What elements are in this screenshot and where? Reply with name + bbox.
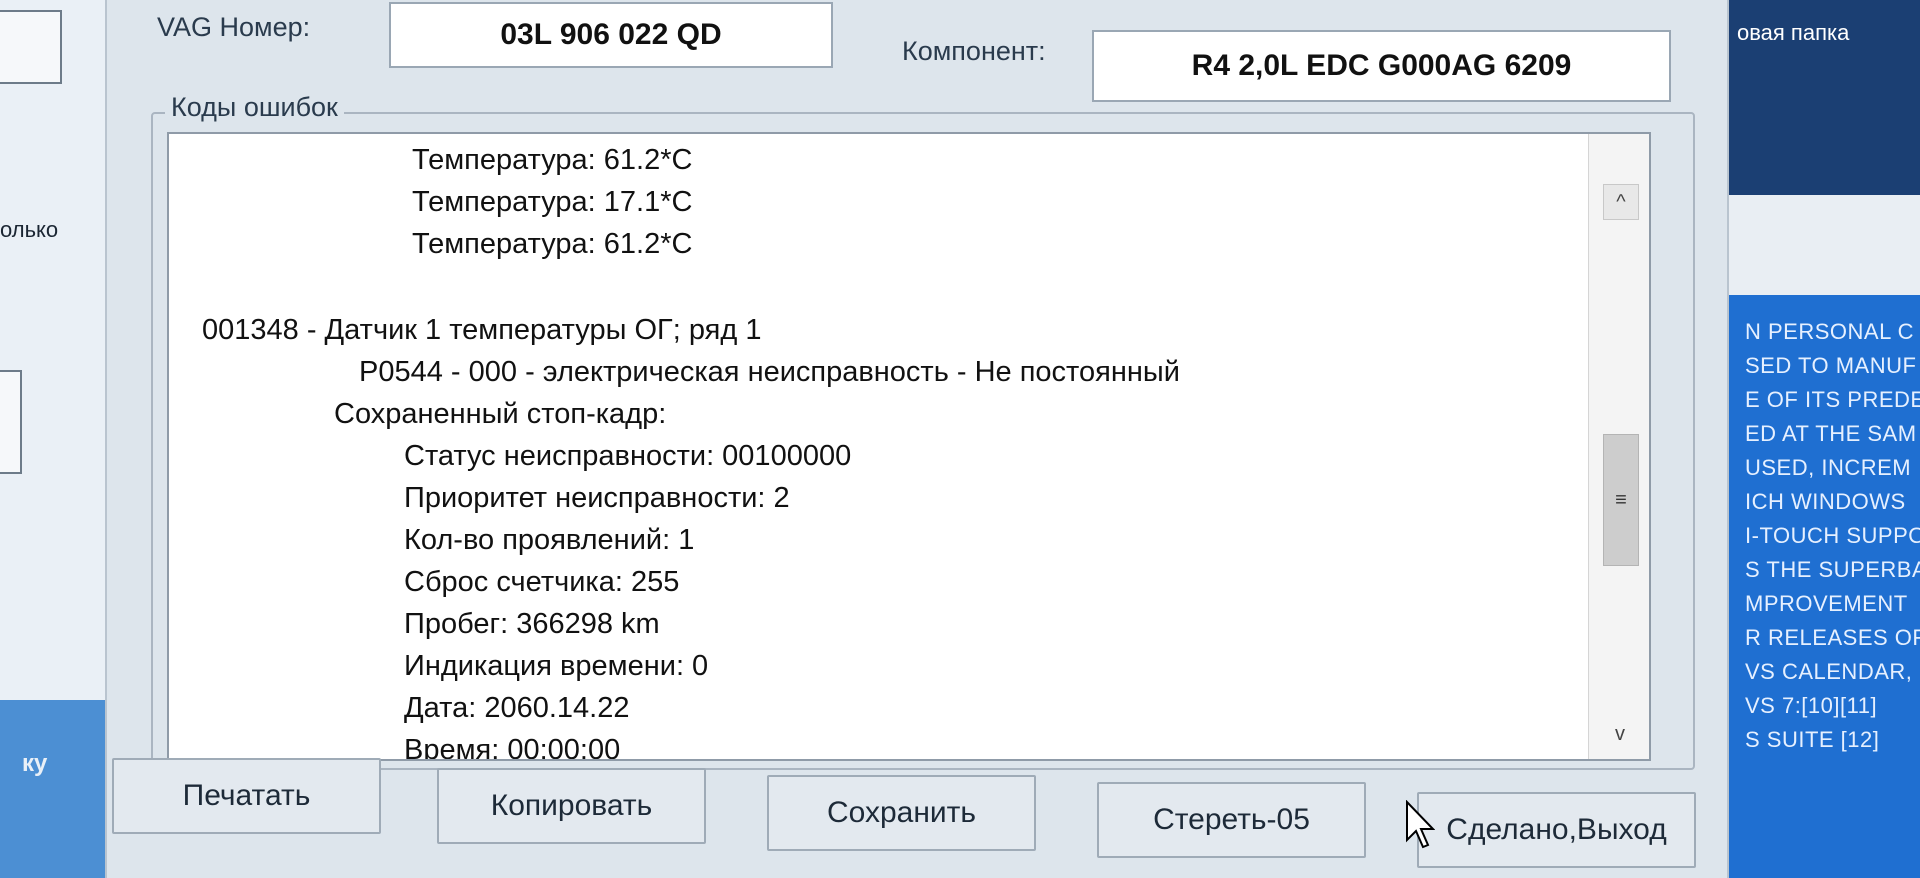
code-line: Температура: 61.2*C [412, 144, 693, 176]
background-article: N PERSONAL C SED TO MANUF E OF ITS PREDE… [1745, 315, 1920, 757]
new-folder-label[interactable]: овая папка [1737, 20, 1849, 46]
component-field: R4 2,0L EDC G000AG 6209 [1092, 30, 1671, 102]
fault-code-header: 001348 - Датчик 1 температуры ОГ; ряд 1 [202, 314, 762, 346]
article-line: ED AT THE SAM [1745, 421, 1917, 446]
desktop-header: овая папка [1725, 0, 1920, 195]
clear-codes-button[interactable]: Стереть-05 [1097, 782, 1366, 858]
fault-codes-group-title: Коды ошибок [165, 92, 344, 123]
background-window-left: олько ку [0, 0, 105, 878]
component-label: Компонент: [902, 36, 1046, 66]
scroll-thumb[interactable]: ≡ [1603, 434, 1639, 566]
code-line: Статус неисправности: 00100000 [404, 440, 852, 472]
article-line: ICH WINDOWS [1745, 489, 1906, 514]
mouse-cursor-icon [1406, 800, 1435, 849]
background-text: ку [22, 750, 48, 777]
article-line: S THE SUPERBA [1745, 557, 1920, 582]
background-field [0, 10, 62, 84]
fault-codes-textbox[interactable]: Температура: 61.2*C Температура: 17.1*C … [167, 132, 1651, 761]
print-button[interactable]: Печатать [112, 758, 381, 834]
code-line: Пробег: 366298 km [404, 608, 660, 640]
article-line: I-TOUCH SUPPO [1745, 523, 1920, 548]
code-line: Температура: 61.2*C [412, 228, 693, 260]
code-line-partial: Время: 00:00:00 [404, 734, 621, 761]
article-line: SED TO MANUF [1745, 353, 1917, 378]
article-line: VS CALENDAR, [1745, 659, 1913, 684]
background-panel [0, 700, 105, 878]
fault-description: P0544 - 000 - электрическая неисправност… [359, 356, 1180, 388]
done-exit-button[interactable]: Сделано,Выход [1417, 792, 1696, 868]
vertical-scrollbar[interactable]: ^ ≡ v [1588, 134, 1649, 759]
article-line: E OF ITS PREDE [1745, 387, 1920, 412]
article-line: R RELEASES OF [1745, 625, 1920, 650]
background-text: олько [0, 217, 59, 242]
code-line: Сброс счетчика: 255 [404, 566, 680, 598]
code-line: Индикация времени: 0 [404, 650, 709, 682]
freeze-frame-title: Сохраненный стоп-кадр: [334, 398, 667, 430]
article-line: S SUITE [12] [1745, 727, 1880, 752]
background-field [0, 370, 22, 474]
article-line: MPROVEMENT [1745, 591, 1908, 616]
save-button[interactable]: Сохранить [767, 775, 1036, 851]
code-line: Приоритет неисправности: 2 [404, 482, 790, 514]
code-line: Температура: 17.1*C [412, 186, 693, 218]
scroll-up-button[interactable]: ^ [1603, 184, 1639, 220]
fault-codes-dialog: VAG Номер: 03L 906 022 QD Компонент: R4 … [105, 0, 1729, 878]
copy-button[interactable]: Копировать [437, 768, 706, 844]
vag-number-label: VAG Номер: [157, 12, 311, 42]
article-line: VS 7:[10][11] [1745, 693, 1878, 718]
background-desktop-right: овая папка N PERSONAL C SED TO MANUF E O… [1725, 0, 1920, 878]
scroll-down-button[interactable]: v [1603, 719, 1637, 749]
code-line: Кол-во проявлений: 1 [404, 524, 695, 556]
vag-number-field: 03L 906 022 QD [389, 2, 833, 68]
article-line: N PERSONAL C [1745, 319, 1915, 344]
article-line: USED, INCREM [1745, 455, 1912, 480]
code-line: Дата: 2060.14.22 [404, 692, 630, 724]
